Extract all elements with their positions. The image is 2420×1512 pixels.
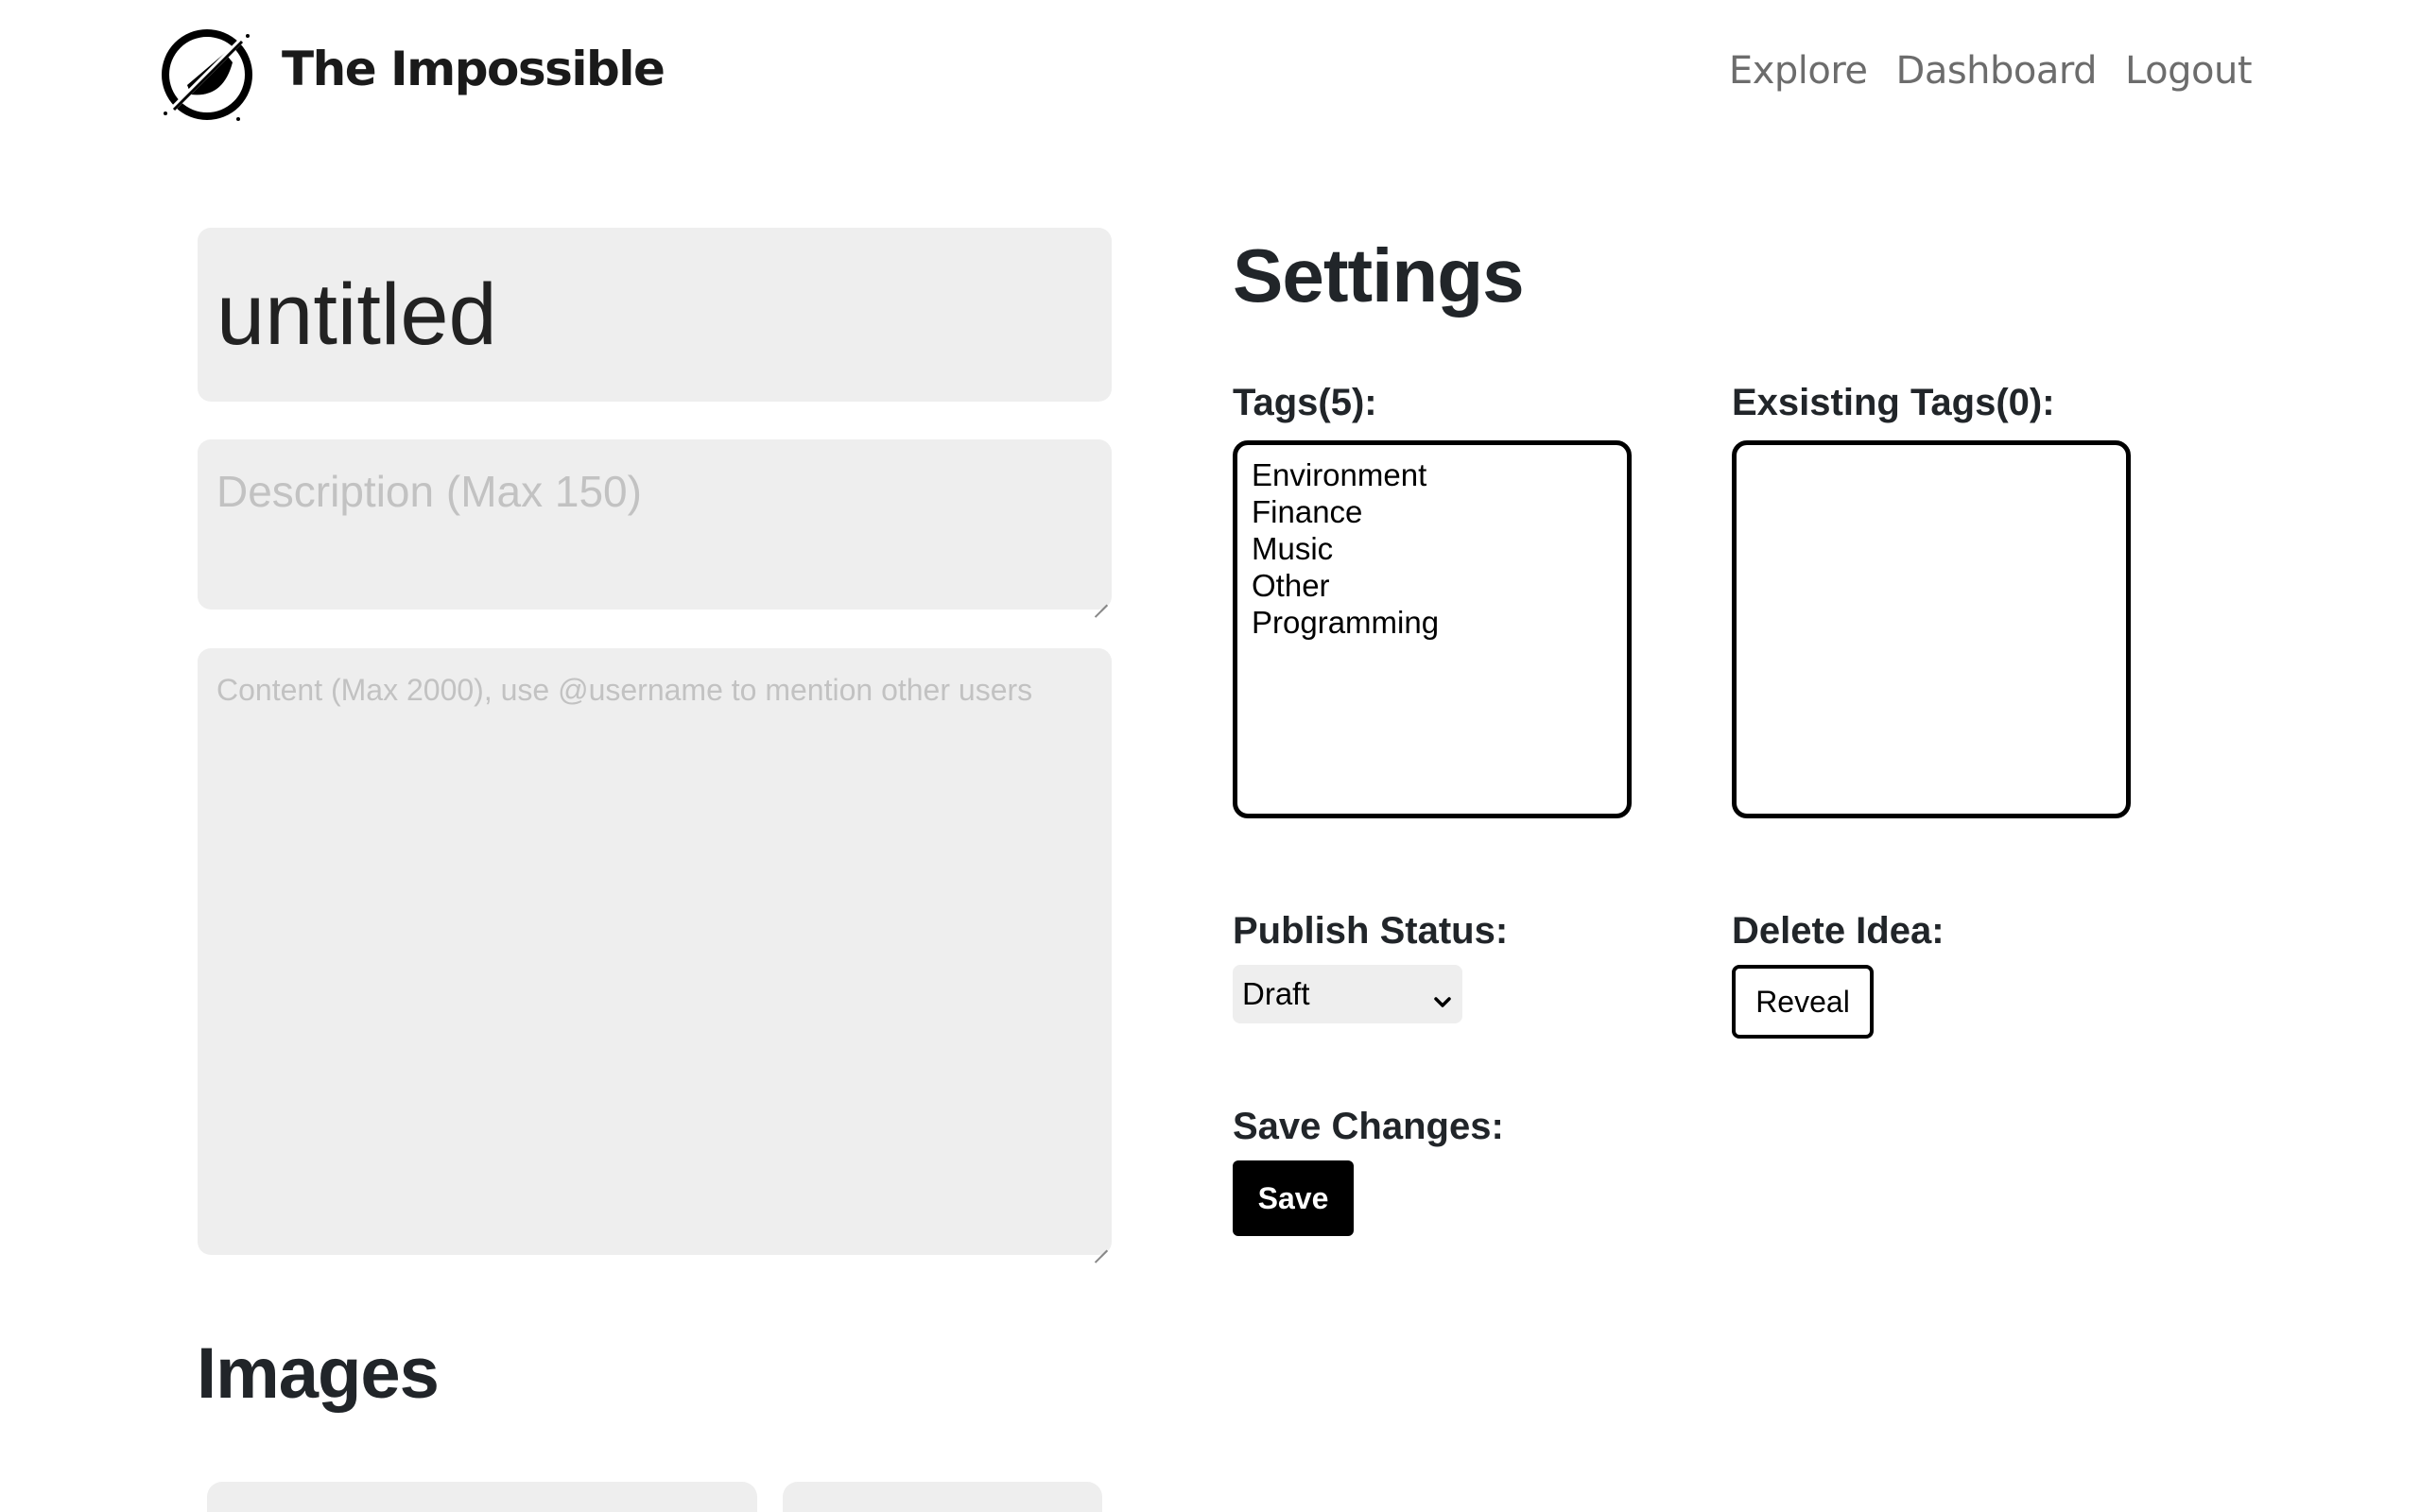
tag-option-music[interactable]: Music — [1252, 530, 1613, 567]
tags-listbox[interactable]: Environment Finance Music Other Programm… — [1233, 440, 1632, 818]
nav-dashboard[interactable]: Dashboard — [1896, 49, 2098, 93]
tag-option-other[interactable]: Other — [1252, 567, 1613, 604]
save-button[interactable]: Save — [1233, 1160, 1354, 1236]
images-heading: Images — [197, 1333, 440, 1414]
brand-name[interactable]: The Impossible — [282, 42, 666, 96]
existing-tags-listbox[interactable] — [1732, 440, 2131, 818]
main-nav: Explore Dashboard Logout — [1729, 49, 2253, 93]
tag-option-finance[interactable]: Finance — [1252, 493, 1613, 530]
resize-handle-icon[interactable] — [1093, 1236, 1108, 1251]
existing-tags-label: Exsisting Tags(0): — [1732, 382, 2055, 423]
image-card[interactable] — [207, 1482, 757, 1512]
chevron-down-icon — [1432, 984, 1453, 1007]
site-header: The Impossible Explore Dashboard Logout — [0, 0, 2420, 151]
content-placeholder: Content (Max 2000), use @username to men… — [216, 673, 1033, 707]
delete-idea-label: Delete Idea: — [1732, 910, 1945, 952]
tag-option-environment[interactable]: Environment — [1252, 456, 1613, 493]
description-textarea[interactable]: Description (Max 150) — [198, 439, 1112, 610]
reveal-button[interactable]: Reveal — [1732, 965, 1874, 1039]
tag-option-programming[interactable]: Programming — [1252, 604, 1613, 641]
nav-explore[interactable]: Explore — [1729, 49, 1868, 93]
content-textarea[interactable]: Content (Max 2000), use @username to men… — [198, 648, 1112, 1255]
nav-logout[interactable]: Logout — [2125, 49, 2252, 93]
image-card[interactable] — [783, 1482, 1102, 1512]
settings-heading: Settings — [1233, 233, 1525, 318]
title-input[interactable]: untitled — [198, 228, 1112, 402]
publish-status-label: Publish Status: — [1233, 910, 1509, 952]
tags-label: Tags(5): — [1233, 382, 1377, 423]
impossible-logo-icon[interactable] — [157, 25, 257, 125]
publish-status-select[interactable]: Draft — [1233, 965, 1462, 1023]
publish-status-value: Draft — [1242, 976, 1310, 1011]
save-changes-label: Save Changes: — [1233, 1106, 1504, 1147]
description-placeholder: Description (Max 150) — [216, 467, 642, 516]
resize-handle-icon[interactable] — [1093, 591, 1108, 606]
